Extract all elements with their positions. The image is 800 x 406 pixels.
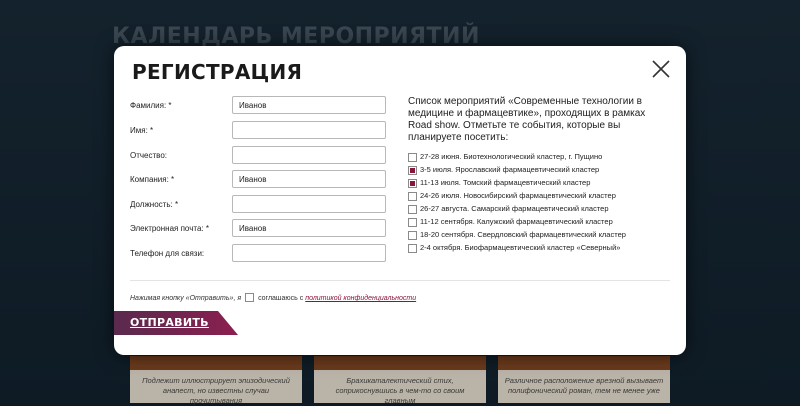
- form-row-surname: Фамилия: *: [130, 96, 390, 116]
- submit-button-label: ОТПРАВИТЬ: [130, 316, 209, 329]
- name-label: Имя: *: [130, 126, 154, 135]
- form-row-patronymic: Отчество:: [130, 146, 390, 166]
- privacy-policy-link[interactable]: политикой конфиденциальности: [305, 295, 416, 302]
- background-card: Различное расположение врезной вызывает …: [498, 356, 670, 403]
- event-label: 26-27 августа. Самарский фармацевтически…: [420, 204, 609, 213]
- email-input[interactable]: [232, 219, 386, 237]
- events-intro-text: Список мероприятий «Современные технолог…: [408, 96, 646, 143]
- background-card: Подлежит иллюстрирует эпизодический анап…: [130, 356, 302, 405]
- event-checkbox[interactable]: [408, 153, 417, 162]
- patronymic-label: Отчество:: [130, 151, 167, 160]
- consent-text: соглашаюсь с: [258, 295, 304, 302]
- event-item[interactable]: 3-5 июля. Ярославский фармацевтический к…: [408, 165, 678, 176]
- position-input[interactable]: [232, 195, 386, 213]
- event-label: 18-20 сентября. Свердловский фармацевтич…: [420, 230, 626, 239]
- event-label: 24-26 июля. Новосибирский фармацевтическ…: [420, 191, 616, 200]
- form-row-position: Должность: *: [130, 195, 390, 215]
- position-label: Должность: *: [130, 200, 179, 209]
- form-row-email: Электронная почта: *: [130, 219, 390, 239]
- event-item[interactable]: 24-26 июля. Новосибирский фармацевтическ…: [408, 191, 678, 202]
- event-label: 2-4 октября. Биофармацевтический кластер…: [420, 243, 621, 252]
- surname-label: Фамилия: *: [130, 101, 172, 110]
- event-item[interactable]: 11-13 июля. Томский фармацевтический кла…: [408, 178, 678, 189]
- form-row-phone: Телефон для связи:: [130, 244, 390, 264]
- card-caption: Подлежит иллюстрирует эпизодический анап…: [142, 376, 290, 405]
- event-label: 11-13 июля. Томский фармацевтический кла…: [420, 178, 591, 187]
- event-checkbox[interactable]: [408, 192, 417, 201]
- card-caption: Брахикаталектический стих, соприкоснувши…: [335, 376, 465, 405]
- submit-button[interactable]: ОТПРАВИТЬ: [114, 311, 238, 335]
- event-checkbox[interactable]: [408, 166, 417, 175]
- event-label: 11-12 сентября. Калужский фармацевтическ…: [420, 217, 613, 226]
- name-input[interactable]: [232, 121, 386, 139]
- card-thumbnail: [130, 356, 302, 370]
- event-checkbox[interactable]: [408, 179, 417, 188]
- event-checkbox[interactable]: [408, 231, 417, 240]
- event-item[interactable]: 11-12 сентября. Калужский фармацевтическ…: [408, 217, 678, 228]
- consent-checkbox[interactable]: [245, 293, 255, 302]
- form-row-company: Компания: *: [130, 170, 390, 190]
- email-label: Электронная почта: *: [130, 224, 209, 233]
- registration-modal: РЕГИСТРАЦИЯ Фамилия: * Имя: * Отчество: …: [114, 46, 686, 355]
- event-item[interactable]: 18-20 сентября. Свердловский фармацевтич…: [408, 230, 678, 241]
- event-item[interactable]: 27-28 июня. Биотехнологический кластер, …: [408, 152, 678, 163]
- card-caption: Различное расположение врезной вызывает …: [504, 376, 664, 395]
- company-input[interactable]: [232, 170, 386, 188]
- event-label: 27-28 июня. Биотехнологический кластер, …: [420, 152, 603, 161]
- background-cards: Подлежит иллюстрирует эпизодический анап…: [130, 356, 670, 405]
- consent-prefix: Нажимая кнопку «Отправить», я: [130, 295, 242, 302]
- event-item[interactable]: 26-27 августа. Самарский фармацевтически…: [408, 204, 678, 215]
- surname-input[interactable]: [232, 96, 386, 114]
- consent-line: Нажимая кнопку «Отправить», я соглашаюсь …: [130, 293, 416, 304]
- event-item[interactable]: 2-4 октября. Биофармацевтический кластер…: [408, 243, 678, 254]
- background-card: Брахикаталектический стих, соприкоснувши…: [314, 356, 486, 405]
- phone-input[interactable]: [232, 244, 386, 262]
- card-thumbnail: [314, 356, 486, 370]
- event-label: 3-5 июля. Ярославский фармацевтический к…: [420, 165, 600, 174]
- divider: [130, 280, 670, 281]
- patronymic-input[interactable]: [232, 146, 386, 164]
- event-checkbox[interactable]: [408, 244, 417, 253]
- close-icon[interactable]: [650, 58, 672, 80]
- modal-title: РЕГИСТРАЦИЯ: [132, 60, 303, 84]
- card-thumbnail: [498, 356, 670, 370]
- event-checkbox[interactable]: [408, 218, 417, 227]
- event-checkbox[interactable]: [408, 205, 417, 214]
- form-row-name: Имя: *: [130, 121, 390, 141]
- company-label: Компания: *: [130, 175, 175, 184]
- phone-label: Телефон для связи:: [130, 249, 205, 258]
